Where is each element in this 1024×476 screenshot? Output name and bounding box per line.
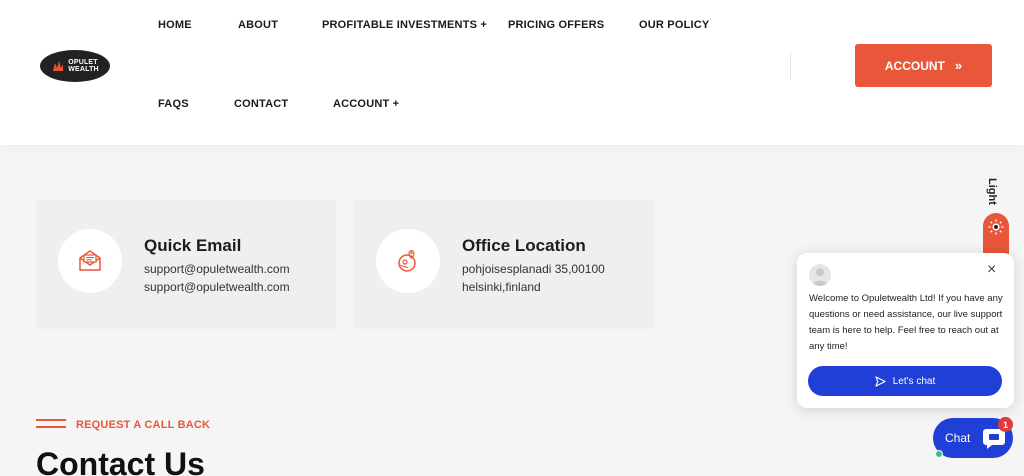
logo-mark-icon	[53, 61, 64, 71]
lets-chat-label: Let's chat	[892, 375, 936, 387]
location-icon	[398, 250, 416, 272]
account-button[interactable]: ACCOUNT »	[855, 44, 992, 87]
lets-chat-button[interactable]: Let's chat	[808, 366, 1002, 396]
office-location-card: Office Location pohjoisesplanadi 35,0010…	[354, 200, 654, 329]
office-address-line-2: helsinki,finland	[462, 280, 541, 294]
unread-badge: 1	[998, 417, 1013, 432]
brand-logo[interactable]: OPULET WEALTH	[40, 50, 110, 82]
double-chevron-right-icon: »	[954, 58, 963, 73]
logo-text-1: OPULET	[68, 59, 98, 66]
send-icon	[875, 375, 886, 387]
chat-launcher-label: Chat	[945, 431, 971, 445]
nav-our-policy[interactable]: OUR POLICY	[639, 19, 709, 31]
nav-account[interactable]: ACCOUNT +	[333, 98, 399, 110]
quick-email-title: Quick Email	[144, 236, 242, 255]
nav-profitable-investments[interactable]: PROFITABLE INVESTMENTS +	[322, 19, 487, 31]
contact-us-heading: Contact Us	[36, 446, 205, 476]
nav-contact[interactable]: CONTACT	[234, 98, 288, 110]
theme-toggle-label: Light	[986, 178, 998, 205]
location-icon-circle	[376, 229, 440, 293]
quick-email-card: Quick Email support@opuletwealth.com sup…	[36, 200, 336, 329]
section-accent-lines	[36, 419, 66, 430]
chat-welcome-message: Welcome to Opuletwealth Ltd! If you have…	[809, 293, 1003, 352]
agent-avatar	[809, 264, 831, 286]
request-call-back-label: REQUEST A CALL BACK	[76, 419, 211, 431]
nav-faqs[interactable]: FAQS	[158, 98, 189, 110]
theme-toggle-button[interactable]	[983, 213, 1009, 241]
email-address-1[interactable]: support@opuletwealth.com	[144, 262, 290, 276]
user-avatar-icon	[812, 268, 828, 286]
office-location-title: Office Location	[462, 236, 586, 255]
chat-popup: × Welcome to Opuletwealth Ltd! If you ha…	[797, 253, 1014, 408]
online-status-dot	[935, 450, 943, 458]
header-divider	[790, 52, 791, 80]
email-address-2[interactable]: support@opuletwealth.com	[144, 280, 290, 294]
envelope-icon	[79, 250, 101, 271]
office-address-line-1: pohjoisesplanadi 35,00100	[462, 262, 605, 276]
account-button-label: ACCOUNT	[884, 58, 945, 73]
chat-close-button[interactable]: ×	[987, 261, 996, 279]
email-icon-circle	[58, 229, 122, 293]
sun-icon	[988, 219, 1004, 235]
nav-pricing-offers[interactable]: PRICING OFFERS	[508, 19, 604, 31]
nav-about[interactable]: ABOUT	[238, 19, 278, 31]
site-header: OPULET WEALTH HOME ABOUT PROFITABLE INVE…	[0, 0, 1024, 145]
nav-home[interactable]: HOME	[158, 19, 192, 31]
logo-text-2: WEALTH	[68, 66, 99, 73]
